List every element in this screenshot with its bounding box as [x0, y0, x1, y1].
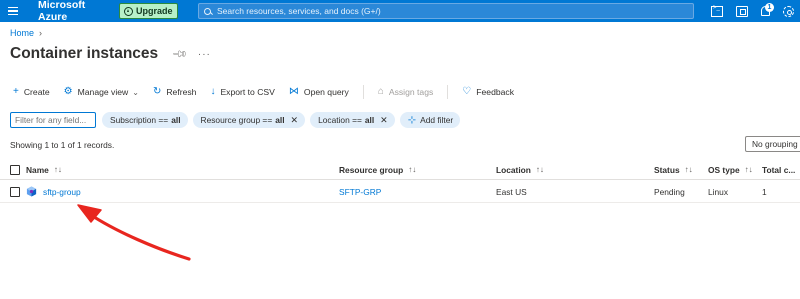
download-icon: ↓: [210, 86, 216, 97]
open-query-label: Open query: [303, 87, 349, 97]
export-label: Export to CSV: [220, 87, 275, 97]
breadcrumb-home[interactable]: Home: [10, 28, 34, 38]
close-icon[interactable]: ✕: [380, 115, 388, 126]
gear-icon: ⚙: [63, 86, 73, 97]
pin-icon[interactable]: 📌︎: [171, 46, 188, 63]
resource-group-link[interactable]: SFTP-GRP: [339, 187, 381, 197]
menu-icon[interactable]: [6, 0, 24, 22]
table-header-row: Name ↑↓ Resource group ↑↓ Location ↑↓ St…: [0, 160, 800, 180]
grouping-dropdown[interactable]: No grouping: [745, 136, 800, 152]
column-os-type-label: OS type: [708, 164, 740, 175]
add-filter-label: Add filter: [420, 115, 454, 125]
search-placeholder: Search resources, services, and docs (G+…: [217, 6, 381, 16]
export-csv-button[interactable]: ↓ Export to CSV: [210, 86, 275, 98]
global-search-input[interactable]: Search resources, services, and docs (G+…: [198, 3, 694, 19]
add-filter-button[interactable]: ⊹ Add filter: [399, 112, 461, 128]
chevron-right-icon: ›: [39, 28, 43, 38]
column-name-label: Name: [26, 164, 49, 175]
column-header-resource-group[interactable]: Resource group ↑↓: [339, 160, 416, 179]
assign-tags-button[interactable]: ⌂ Assign tags: [377, 86, 434, 98]
divider: [447, 85, 449, 99]
upgrade-icon: [124, 6, 133, 16]
manage-view-button[interactable]: ⚙ Manage view ⌄: [63, 86, 139, 98]
location-filter-value: all: [364, 115, 375, 125]
table-row[interactable]: sftp-group SFTP-GRP East US Pending Linu…: [0, 181, 800, 203]
column-header-name[interactable]: Name ↑↓: [26, 160, 62, 179]
settings-gear-icon[interactable]: [783, 5, 794, 17]
os-type-cell: Linux: [708, 186, 729, 197]
sort-icon[interactable]: ↑↓: [54, 165, 62, 174]
command-bar: + Create ⚙ Manage view ⌄ ↻ Refresh ↓ Exp…: [13, 84, 528, 100]
sort-icon[interactable]: ↑↓: [408, 165, 416, 174]
column-header-status[interactable]: Status ↑↓: [654, 160, 693, 179]
top-bar: Microsoft Azure Upgrade Search resources…: [0, 0, 800, 23]
assign-tags-label: Assign tags: [388, 87, 434, 97]
upgrade-label: Upgrade: [136, 6, 173, 16]
resource-group-filter-value: all: [275, 115, 285, 125]
tag-icon: ⌂: [377, 86, 384, 97]
location-cell: East US: [496, 186, 527, 197]
records-count: Showing 1 to 1 of 1 records.: [10, 140, 115, 150]
location-filter-pill[interactable]: Location == all ✕: [310, 112, 395, 128]
filter-input[interactable]: [10, 112, 96, 128]
column-header-total[interactable]: Total c...: [762, 160, 795, 179]
top-icons: 1: [711, 0, 794, 22]
refresh-button[interactable]: ↻ Refresh: [152, 86, 197, 98]
total-cell: 1: [762, 186, 767, 197]
location-filter-label: Location ==: [318, 115, 362, 125]
resource-name-link[interactable]: sftp-group: [43, 187, 81, 197]
divider: [362, 85, 364, 99]
resource-group-cell: SFTP-GRP: [339, 181, 381, 202]
notifications-icon[interactable]: 1: [761, 3, 774, 16]
close-icon[interactable]: ✕: [291, 115, 299, 126]
container-instances-icon: [26, 186, 37, 197]
cloud-shell-icon[interactable]: [711, 5, 723, 17]
status-cell: Pending: [654, 186, 685, 197]
create-button[interactable]: + Create: [13, 86, 50, 98]
resource-group-filter-pill[interactable]: Resource group == all ✕: [192, 112, 306, 128]
column-total-label: Total c...: [762, 164, 796, 175]
resource-group-filter-label: Resource group ==: [200, 115, 273, 125]
subscription-filter-label: Subscription ==: [110, 115, 169, 125]
column-header-os-type[interactable]: OS type ↑↓: [708, 160, 753, 179]
heart-icon: ♡: [462, 86, 472, 97]
subscription-filter-pill[interactable]: Subscription == all: [102, 112, 188, 128]
column-status-label: Status: [654, 164, 680, 175]
directory-filter-icon[interactable]: [736, 5, 748, 17]
refresh-icon: ↻: [152, 86, 162, 97]
page-title: Container instances: [10, 45, 159, 62]
column-header-location[interactable]: Location ↑↓: [496, 160, 544, 179]
upgrade-button[interactable]: Upgrade: [119, 3, 178, 19]
row-select-cell: [10, 181, 20, 202]
add-filter-icon: ⊹: [407, 114, 417, 126]
brand-name[interactable]: Microsoft Azure: [38, 0, 116, 23]
column-location-label: Location: [496, 164, 531, 175]
open-query-button[interactable]: ⋈ Open query: [288, 86, 349, 98]
breadcrumb: Home ›: [10, 28, 42, 38]
subscription-filter-value: all: [171, 115, 181, 125]
column-resource-group-label: Resource group: [339, 164, 404, 175]
manage-view-label: Manage view: [77, 87, 129, 97]
plus-icon: +: [13, 86, 19, 97]
refresh-label: Refresh: [166, 87, 197, 97]
feedback-label: Feedback: [476, 87, 515, 97]
resource-table: Name ↑↓ Resource group ↑↓ Location ↑↓ St…: [0, 160, 800, 203]
create-label: Create: [23, 87, 50, 97]
select-all-checkbox[interactable]: [10, 164, 20, 175]
title-row: Container instances 📌︎ ···: [10, 45, 211, 63]
filter-bar: Subscription == all Resource group == al…: [10, 112, 461, 128]
select-all-cell: [10, 160, 20, 179]
more-options-icon[interactable]: ···: [198, 49, 211, 60]
sort-icon[interactable]: ↑↓: [685, 165, 693, 174]
sort-icon[interactable]: ↑↓: [536, 165, 544, 174]
name-cell: sftp-group: [26, 181, 81, 202]
row-checkbox[interactable]: [10, 186, 20, 197]
notification-badge: 1: [765, 3, 774, 12]
query-icon: ⋈: [288, 86, 299, 97]
feedback-button[interactable]: ♡ Feedback: [462, 86, 515, 98]
sort-icon[interactable]: ↑↓: [745, 165, 753, 174]
search-icon: [204, 7, 211, 15]
chevron-down-icon: ⌄: [132, 87, 139, 97]
